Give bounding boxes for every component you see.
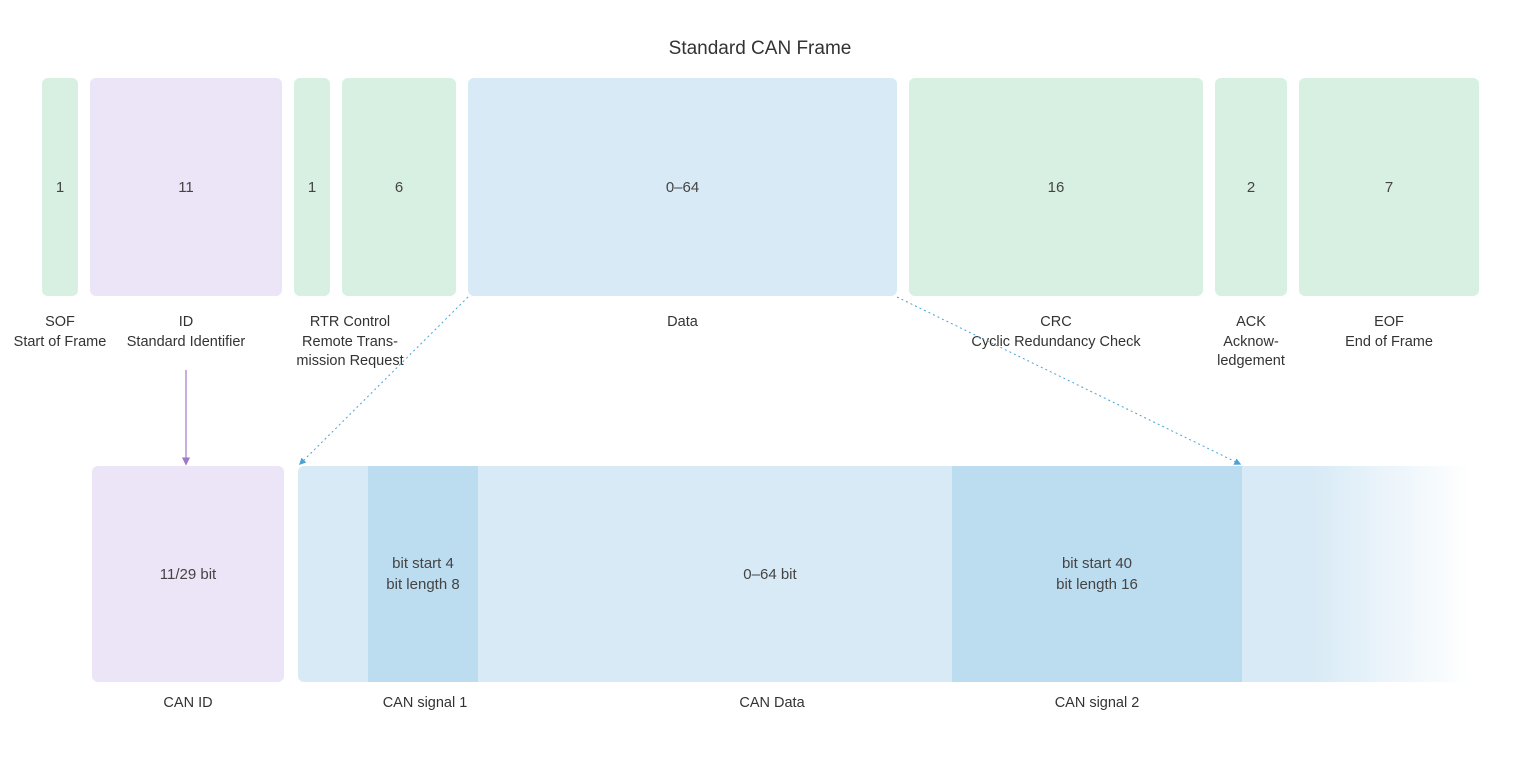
- field-id-short: ID: [90, 313, 282, 333]
- field-rtr-short: RTR Control: [270, 313, 430, 333]
- detail-signal-1-line1: bit start 4: [386, 553, 459, 574]
- field-id: 11: [90, 78, 282, 296]
- field-rtr-long: Remote Trans- mission Request: [270, 333, 430, 372]
- can-frame-diagram: Standard CAN Frame 1 11 1 6 0–64 16 2 7 …: [0, 0, 1520, 766]
- field-eof-long: End of Frame: [1299, 333, 1479, 353]
- field-data-short: Data: [468, 313, 897, 333]
- field-ctrl: 6: [342, 78, 456, 296]
- detail-signal-2: bit start 40 bit length 16: [952, 466, 1242, 682]
- frame-fields-row: 1 11 1 6 0–64 16 2 7: [42, 78, 1478, 296]
- field-id-long: Standard Identifier: [90, 333, 282, 353]
- detail-fade-tail: [1242, 466, 1470, 682]
- detail-can-data-label: CAN Data: [572, 694, 972, 714]
- field-ack-long: Acknow- ledgement: [1195, 333, 1307, 372]
- detail-row: 11/29 bit 0–64 bit bit start 4 bit lengt…: [92, 466, 1478, 682]
- detail-can-data-value: 0–64 bit: [743, 566, 796, 583]
- field-data: 0–64: [468, 78, 897, 296]
- detail-signal-2-line1: bit start 40: [1056, 553, 1138, 574]
- detail-can-id-label: CAN ID: [92, 694, 284, 714]
- field-ack-short: ACK: [1195, 313, 1307, 333]
- field-crc-long: Cyclic Redundancy Check: [909, 333, 1203, 353]
- detail-signal-2-label: CAN signal 2: [952, 694, 1242, 714]
- field-crc-short: CRC: [909, 313, 1203, 333]
- field-rtr: 1: [294, 78, 330, 296]
- detail-signal-1: bit start 4 bit length 8: [368, 466, 478, 682]
- field-sof: 1: [42, 78, 78, 296]
- field-eof-short: EOF: [1299, 313, 1479, 333]
- field-eof: 7: [1299, 78, 1479, 296]
- detail-signal-2-line2: bit length 16: [1056, 574, 1138, 595]
- diagram-title: Standard CAN Frame: [0, 0, 1520, 60]
- detail-signal-1-line2: bit length 8: [386, 574, 459, 595]
- field-crc: 16: [909, 78, 1203, 296]
- field-ack: 2: [1215, 78, 1287, 296]
- detail-signal-1-label: CAN signal 1: [332, 694, 518, 714]
- detail-can-id: 11/29 bit: [92, 466, 284, 682]
